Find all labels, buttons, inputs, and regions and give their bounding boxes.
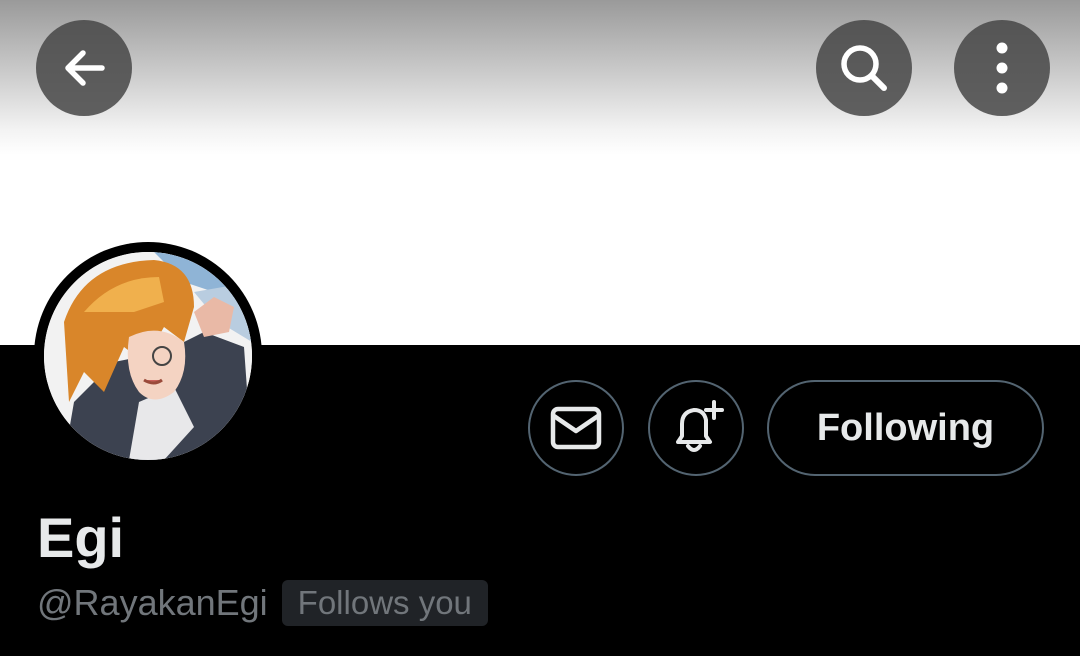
envelope-icon [550,406,602,450]
profile-display-name: Egi [37,506,125,569]
search-button[interactable] [816,20,912,116]
handle-row: @RayakanEgi Follows you [37,580,488,626]
more-vertical-icon [996,42,1008,94]
message-button[interactable] [528,380,624,476]
avatar[interactable] [34,242,262,470]
back-button[interactable] [36,20,132,116]
arrow-left-icon [65,50,105,86]
avatar-image [44,252,252,460]
profile-handle: @RayakanEgi [37,582,268,623]
following-button[interactable]: Following [767,380,1044,476]
follows-you-badge: Follows you [281,580,488,626]
search-icon [841,45,887,91]
notifications-button[interactable] [648,380,744,476]
profile-page: Following Egi @RayakanEgi Follows you [0,0,1080,656]
more-options-button[interactable] [954,20,1050,116]
bell-plus-icon [676,400,724,452]
